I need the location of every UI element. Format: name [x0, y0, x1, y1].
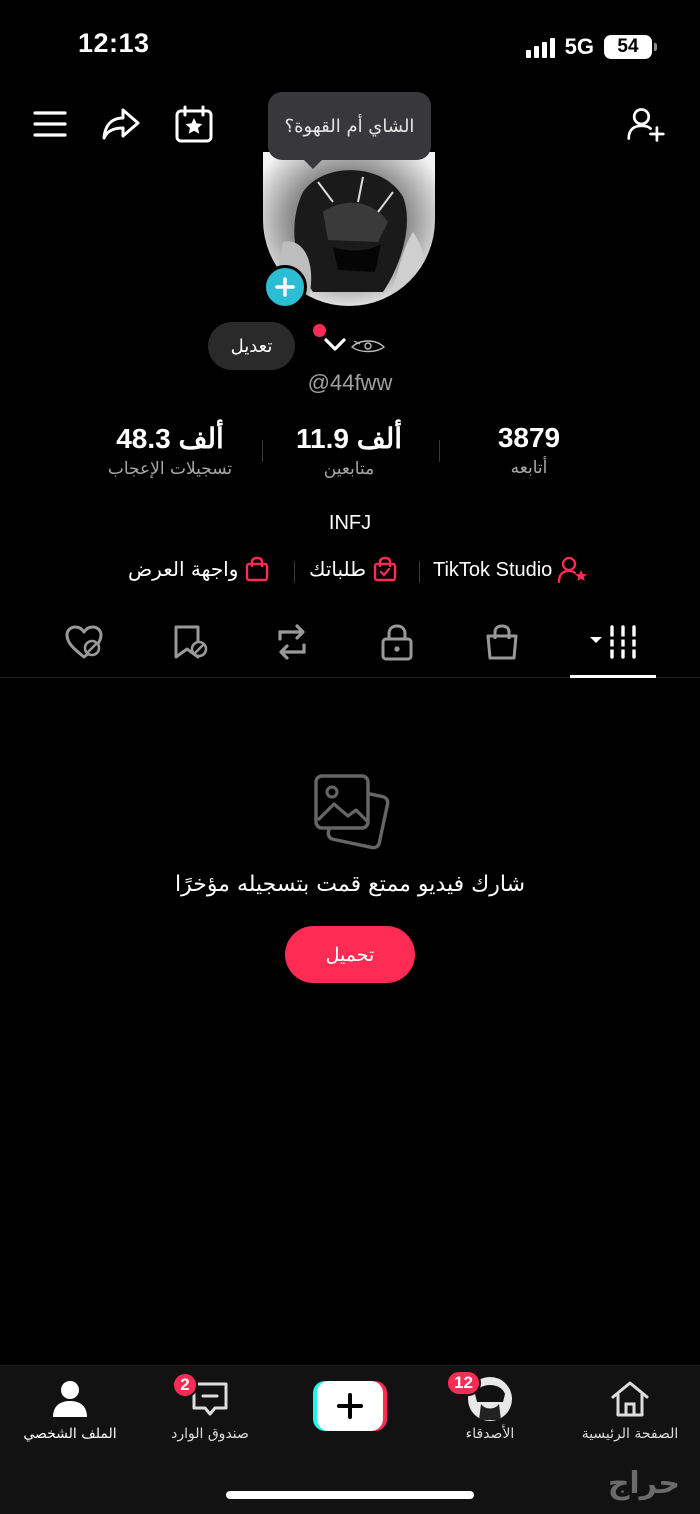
following-stat[interactable]: 3879 أتابعه — [429, 422, 629, 478]
showcase-label: واجهة العرض — [128, 557, 239, 581]
nav-profile[interactable]: الملف الشخصي — [0, 1376, 140, 1442]
link-divider — [419, 561, 420, 583]
active-tab-indicator — [570, 675, 656, 678]
signal-icon — [525, 36, 555, 58]
status-indicators: 5G 54 — [525, 34, 657, 60]
orders-bag-icon — [373, 556, 397, 582]
nav-inbox[interactable]: صندوق الوارد 2 — [140, 1372, 280, 1442]
nav-friends[interactable]: الأصدقاء 12 — [420, 1370, 560, 1442]
plus-icon — [313, 1381, 387, 1431]
orders-label: طلباتك — [309, 557, 367, 581]
share-icon[interactable] — [101, 104, 141, 144]
creator-star-icon — [558, 556, 588, 584]
battery-icon: 54 — [604, 35, 657, 59]
status-time: 12:13 — [78, 28, 150, 58]
add-avatar-button[interactable] — [263, 265, 307, 309]
username: @44fww — [307, 370, 393, 395]
home-indicator[interactable] — [226, 1491, 474, 1499]
nav-home[interactable]: الصفحة الرئيسية — [560, 1376, 700, 1442]
nav-inbox-label: صندوق الوارد — [171, 1426, 249, 1442]
tiktok-studio-label: TikTok Studio — [433, 558, 553, 581]
nickname-tooltip: الشاي أم القهوة؟ — [268, 92, 431, 169]
bag-icon — [486, 624, 518, 660]
likes-stat[interactable]: 48.3 ألف تسجيلات الإعجاب — [70, 422, 270, 479]
tab-videos[interactable] — [590, 620, 640, 664]
nav-friends-label: الأصدقاء — [465, 1426, 515, 1442]
nav-profile-label: الملف الشخصي — [23, 1426, 117, 1442]
add-friend-icon[interactable] — [626, 104, 666, 144]
link-divider — [294, 561, 295, 583]
grid-dropdown-icon — [590, 625, 638, 659]
orders-link[interactable]: طلباتك — [309, 556, 398, 582]
likes-label: تسجيلات الإعجاب — [107, 459, 233, 479]
shopping-bag-icon — [246, 556, 269, 582]
showcase-link[interactable]: واجهة العرض — [128, 556, 270, 582]
bookmark-hidden-icon — [174, 625, 208, 659]
followers-label: متابعين — [323, 459, 375, 479]
display-name-glyph — [350, 337, 386, 361]
tab-private[interactable] — [375, 620, 419, 664]
friends-badge: 12 — [446, 1370, 481, 1396]
upload-button[interactable]: تحميل — [285, 926, 415, 983]
followers-stat[interactable]: 11.9 ألف متابعين — [249, 422, 449, 479]
lock-icon — [381, 624, 413, 661]
tab-favorites[interactable] — [168, 620, 212, 664]
network-label: 5G — [564, 34, 594, 59]
tab-liked[interactable] — [62, 620, 106, 664]
repost-icon — [278, 624, 306, 660]
battery-level: 54 — [617, 36, 639, 57]
watermark-logo: حراج — [607, 1466, 680, 1501]
empty-state-message: شارك فيديو ممتع قمت بتسجيله مؤخرًا — [174, 872, 526, 897]
tab-reposts[interactable] — [270, 620, 314, 664]
photos-icon — [312, 772, 390, 854]
following-count: 3879 — [497, 422, 561, 453]
heart-hidden-icon — [65, 625, 103, 659]
tiktok-studio-link[interactable]: TikTok Studio — [433, 556, 588, 584]
calendar-star-icon[interactable] — [174, 104, 214, 144]
likes-count: 48.3 ألف — [116, 423, 224, 454]
edit-profile-button[interactable]: تعديل — [208, 322, 295, 370]
menu-icon[interactable] — [30, 104, 70, 144]
create-button[interactable] — [313, 1381, 387, 1431]
person-icon — [53, 1381, 87, 1417]
followers-count: 11.9 ألف — [295, 423, 403, 454]
tab-shop[interactable] — [480, 620, 524, 664]
inbox-badge: 2 — [172, 1372, 198, 1398]
nav-home-label: الصفحة الرئيسية — [581, 1426, 679, 1442]
following-label: أتابعه — [510, 458, 548, 478]
chevron-down-icon[interactable] — [323, 336, 347, 358]
home-icon — [611, 1381, 649, 1417]
bio: INFJ — [328, 512, 372, 534]
